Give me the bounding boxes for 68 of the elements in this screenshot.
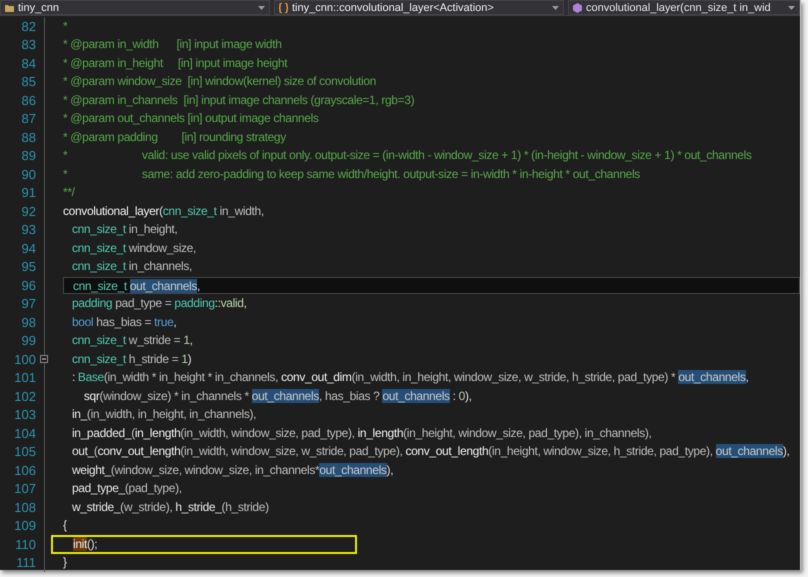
line-number: 102 — [13, 388, 37, 404]
caret-icon — [788, 6, 795, 10]
code-line: cnn_size_t h_stride = 1) — [70, 350, 192, 368]
code-line: * @param in_height [in] input image height — [63, 54, 288, 72]
line-number: 96 — [20, 278, 37, 293]
line-number: 82 — [20, 18, 37, 34]
folder-icon — [5, 4, 14, 12]
code-line: cnn_size_t in_channels, — [70, 258, 192, 276]
line-number: 111 — [15, 555, 37, 570]
code-line: in_padded_(in_length(in_width, window_size, pad_type), in_length(in_height, window_size, pad_type), in_channels), — [70, 424, 652, 442]
code-line: * @param in_width [in] input image width — [63, 36, 282, 54]
class-dropdown[interactable]: tiny_cnn::convolutional_layer<Activation> — [274, 0, 564, 15]
caret-icon — [552, 6, 559, 10]
line-number: 106 — [13, 462, 37, 478]
code-line: **/ — [63, 184, 75, 202]
braces-icon — [279, 2, 288, 12]
code-line: sqr(window_size) * in_channels * out_channels, has_bias ? out_channels : 0), — [82, 388, 472, 405]
line-number: 94 — [20, 240, 37, 256]
line-number: 86 — [20, 92, 37, 108]
line-number: 93 — [20, 222, 37, 238]
code-line: * @param padding [in] rounding strategy — [63, 128, 286, 146]
code-line: } — [63, 554, 67, 572]
line-number: 98 — [20, 314, 37, 330]
line-number: 84 — [20, 56, 37, 71]
code-line: * same: add zero-padding to keep same width/height. output-size = in-width * in-height * out_channels — [63, 166, 640, 183]
code-line: weight_(window_size, window_size, in_channels*out_channels), — [70, 462, 394, 479]
line-number: 97 — [20, 296, 37, 312]
line-number: 110 — [14, 536, 37, 552]
code-line: * — [63, 18, 68, 35]
cube-icon — [573, 2, 582, 12]
line-number: 95 — [20, 259, 37, 274]
code-line: * @param out_channels [in] output image channels — [63, 110, 319, 128]
code-line: cnn_size_t w_stride = 1, — [70, 332, 193, 350]
line-number: 92 — [20, 204, 37, 219]
code-line: * @param in_channels [in] input image channels (grayscale=1, rgb=3) — [63, 92, 414, 109]
line-number: 101 — [13, 370, 37, 386]
line-number: 100 — [13, 352, 37, 367]
collapse-icon[interactable] — [40, 355, 48, 364]
line-number: 88 — [20, 130, 37, 145]
line-number: 104 — [13, 426, 37, 441]
code-line: convolutional_layer(cnn_size_t in_width, — [63, 202, 264, 220]
line-number: 105 — [13, 444, 37, 460]
code-line: w_stride_(w_stride), h_stride_(h_stride) — [70, 498, 269, 516]
line-number: 99 — [20, 333, 37, 348]
caret-icon — [258, 6, 265, 10]
code-line: pad_type_(pad_type), — [70, 480, 182, 498]
project-dropdown[interactable]: tiny_cnn — [0, 0, 270, 15]
line-number: 91 — [20, 185, 37, 200]
code-line: : Base(in_width * in_height * in_channels, conv_out_dim(in_width, in_height, window_size, w_stride, h_stride, pad_type) * out_channels, — [70, 369, 749, 386]
code-line: out_(conv_out_length(in_width, window_size, w_stride, pad_type), conv_out_length(in_height, window_size, h_stride, pad_type), out_channels), — [70, 443, 790, 460]
line-number: 107 — [13, 481, 37, 496]
code-line: bool has_bias = true, — [70, 314, 176, 331]
code-line: in_(in_width, in_height, in_channels), — [70, 406, 256, 424]
line-number: 109 — [13, 518, 37, 534]
code-line: * @param window_size [in] window(kernel) size of convolution — [63, 73, 376, 90]
code-line: padding pad_type = padding::valid, — [70, 295, 247, 312]
line-number: 89 — [20, 148, 37, 164]
line-number: 83 — [20, 37, 37, 52]
line-number: 90 — [20, 166, 37, 182]
code-line: { — [63, 517, 67, 534]
line-number: 85 — [20, 74, 37, 90]
code-line: * valid: use valid pixels of input only. output-size = (in-width - window_size + 1) * (in-height - window_size + 1) * out_channels — [63, 147, 752, 164]
line-number: 103 — [13, 407, 37, 422]
code-line: cnn_size_t window_size, — [70, 240, 196, 257]
code-line: cnn_size_t in_height, — [70, 221, 178, 238]
line-number: 108 — [13, 500, 37, 515]
member-dropdown[interactable]: convolutional_layer(cnn_size_t in_wid — [568, 0, 800, 15]
line-number: 87 — [20, 111, 37, 126]
